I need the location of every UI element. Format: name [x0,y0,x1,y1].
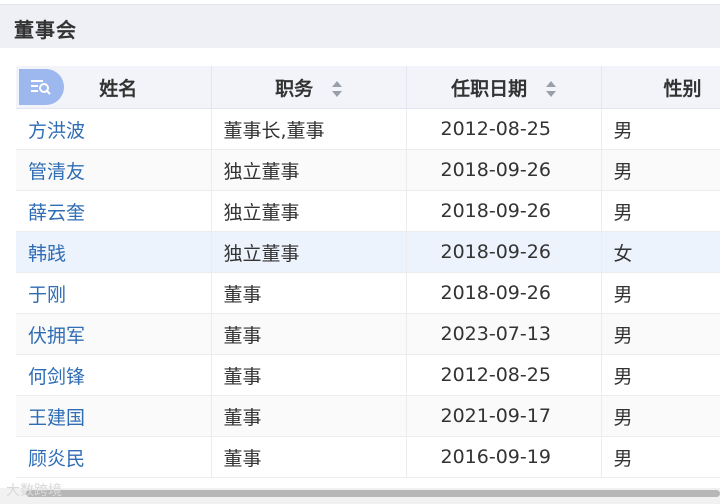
sort-icon[interactable] [545,80,556,98]
member-gender: 男 [600,108,720,150]
column-header-gender[interactable]: 性别 [600,66,720,109]
column-header-date[interactable]: 任职日期 [405,66,601,109]
member-date: 2018-09-26 [405,272,601,314]
member-name-link[interactable]: 顾炎民 [16,436,211,478]
member-position: 董事 [210,395,406,437]
section-title: 董事会 [14,18,77,42]
watermark-text: 大数跨境 [6,483,62,499]
member-name-link[interactable]: 薛云奎 [16,190,211,232]
member-date: 2016-09-19 [405,436,601,478]
member-date: 2018-09-26 [405,190,601,232]
member-gender: 女 [600,231,720,273]
column-header-date-label: 任职日期 [451,77,528,100]
member-date: 2012-08-25 [405,108,601,150]
member-position: 独立董事 [210,149,406,191]
column-header-position-label: 职务 [275,77,314,100]
table-row[interactable]: 管清友 独立董事 2018-09-26 男 [16,149,720,191]
table-row[interactable]: 于刚 董事 2018-09-26 男 [16,272,720,314]
table-row[interactable]: 方洪波 董事长,董事 2012-08-25 男 [16,108,720,150]
member-gender: 男 [600,149,720,191]
section-header: 董事会 [0,4,720,48]
table-row[interactable]: 何剑锋 董事 2012-08-25 男 [16,354,720,396]
board-members-table: 姓名 职务 任职日期 性别 方洪波 董事长,董事 2012-08-25 男 管清… [16,66,720,478]
table-row[interactable]: 顾炎民 董事 2016-09-19 男 [16,436,720,478]
member-position: 独立董事 [210,231,406,273]
member-position: 独立董事 [210,190,406,232]
member-date: 2018-09-26 [405,149,601,191]
member-name-link[interactable]: 方洪波 [16,108,211,150]
member-gender: 男 [600,190,720,232]
member-name-link[interactable]: 伏拥军 [16,313,211,355]
member-name-link[interactable]: 管清友 [16,149,211,191]
column-header-position[interactable]: 职务 [210,66,406,109]
member-name-link[interactable]: 何剑锋 [16,354,211,396]
column-header-gender-label: 性别 [663,77,702,100]
filter-search-button[interactable] [19,69,64,105]
member-gender: 男 [600,313,720,355]
member-gender: 男 [600,272,720,314]
member-position: 董事 [210,354,406,396]
filter-search-icon [31,80,51,95]
member-date: 2018-09-26 [405,231,601,273]
member-gender: 男 [600,395,720,437]
board-table: 姓名 职务 任职日期 性别 方洪波 董事长,董事 2012-08-25 男 管清… [16,66,720,488]
table-row[interactable]: 薛云奎 独立董事 2018-09-26 男 [16,190,720,232]
member-position: 董事 [210,436,406,478]
member-name-link[interactable]: 韩践 [16,231,211,273]
member-position: 董事长,董事 [210,108,406,150]
table-row-hovered[interactable]: 韩践 独立董事 2018-09-26 女 [16,231,720,273]
member-position: 董事 [210,272,406,314]
member-date: 2023-07-13 [405,313,601,355]
sort-icon[interactable] [331,80,342,98]
member-date: 2021-09-17 [405,395,601,437]
column-header-name-label: 姓名 [99,77,138,100]
table-row[interactable]: 伏拥军 董事 2023-07-13 男 [16,313,720,355]
member-gender: 男 [600,354,720,396]
horizontal-scrollbar-thumb[interactable] [26,490,720,497]
member-gender: 男 [600,436,720,478]
member-date: 2012-08-25 [405,354,601,396]
table-row[interactable]: 王建国 董事 2021-09-17 男 [16,395,720,437]
member-name-link[interactable]: 王建国 [16,395,211,437]
member-position: 董事 [210,313,406,355]
table-header-row: 姓名 职务 任职日期 性别 [16,66,720,109]
member-name-link[interactable]: 于刚 [16,272,211,314]
column-header-name[interactable]: 姓名 [16,66,211,109]
